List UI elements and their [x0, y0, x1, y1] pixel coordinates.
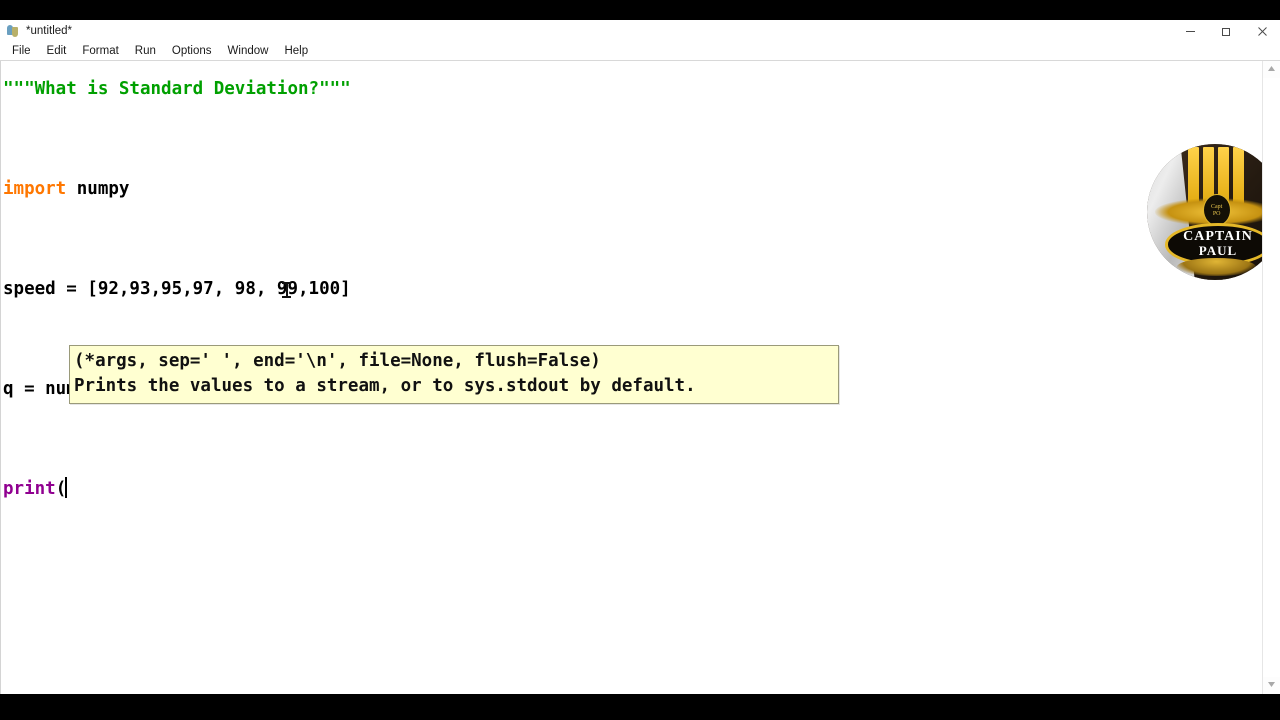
calltip-tooltip: (*args, sep=' ', end='\n', file=None, fl… — [69, 345, 839, 404]
menu-item-run[interactable]: Run — [127, 44, 164, 58]
minimize-icon — [1185, 26, 1196, 37]
code-token-speed-assignment: speed = [92,93,95,97, 98, 99,100] — [3, 279, 351, 299]
menu-item-window[interactable]: Window — [220, 44, 277, 58]
menu-bar: File Edit Format Run Options Window Help — [0, 42, 1280, 61]
code-token-import-keyword: import — [3, 179, 67, 199]
letterbox-top — [0, 0, 1280, 20]
calltip-description: Prints the values to a stream, or to sys… — [74, 376, 696, 396]
letterbox-bottom — [0, 694, 1280, 720]
scroll-up-button[interactable] — [1263, 61, 1280, 78]
wings-center-badge: Capt PO — [1202, 194, 1231, 227]
restore-button[interactable] — [1208, 20, 1244, 42]
window-controls — [1172, 20, 1280, 42]
menu-item-edit[interactable]: Edit — [39, 44, 75, 58]
watermark-title-line-1: CAPTAIN — [1183, 229, 1253, 245]
restore-icon — [1221, 26, 1232, 37]
window-title: *untitled* — [26, 25, 73, 37]
code-token-import-module: numpy — [66, 179, 130, 199]
close-button[interactable] — [1244, 20, 1280, 42]
scroll-up-icon — [1267, 65, 1276, 74]
title-bar: *untitled* — [0, 20, 1280, 42]
python-idle-icon — [6, 24, 20, 38]
scrollbar-track[interactable] — [1263, 78, 1280, 677]
watermark-title-line-2: PAUL — [1198, 243, 1238, 259]
text-caret — [65, 477, 68, 498]
screen-root: *untitled* File Edit Format Run Options … — [0, 0, 1280, 720]
minimize-button[interactable] — [1172, 20, 1208, 42]
menu-item-help[interactable]: Help — [276, 44, 316, 58]
code-token-docstring: """What is Standard Deviation?""" — [3, 79, 351, 99]
code-text-area[interactable]: """What is Standard Deviation?""" import… — [0, 61, 1262, 694]
calltip-signature: (*args, sep=' ', end='\n', file=None, fl… — [74, 351, 601, 371]
i-beam-cursor — [282, 281, 291, 299]
source-code[interactable]: """What is Standard Deviation?""" import… — [1, 61, 1262, 514]
menu-item-options[interactable]: Options — [164, 44, 220, 58]
badge-line-1: Capt — [1210, 203, 1223, 210]
idle-editor-window: *untitled* File Edit Format Run Options … — [0, 20, 1280, 694]
code-token-print-builtin: print — [3, 479, 56, 499]
scroll-down-button[interactable] — [1263, 677, 1280, 694]
scroll-down-icon — [1267, 681, 1276, 690]
badge-line-2: PO — [1212, 210, 1221, 217]
close-icon — [1257, 26, 1268, 37]
captain-paul-watermark-logo: Capt PO CAPTAIN PAUL — [1147, 144, 1262, 280]
vertical-scrollbar[interactable] — [1262, 61, 1280, 694]
menu-item-format[interactable]: Format — [74, 44, 126, 58]
title-bar-left: *untitled* — [0, 24, 72, 38]
menu-item-file[interactable]: File — [4, 44, 39, 58]
editor-area: """What is Standard Deviation?""" import… — [0, 61, 1280, 694]
